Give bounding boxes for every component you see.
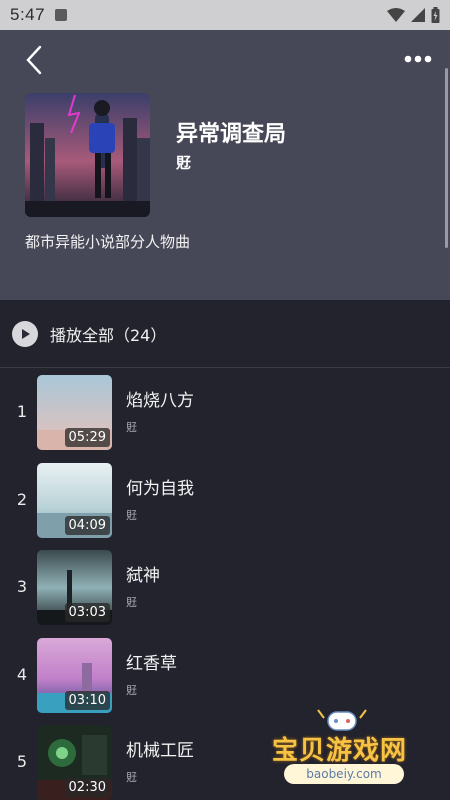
album-title: 异常调查局 [176, 122, 287, 147]
track-title: 机械工匠 [126, 741, 194, 761]
track-thumbnail: 03:10 [37, 637, 112, 713]
watermark-logo: 宝贝游戏网 baobeiy.com [272, 708, 442, 788]
track-duration: 04:09 [64, 515, 110, 535]
watermark-text: 宝贝游戏网 [272, 736, 408, 766]
track-title: 何为自我 [126, 478, 194, 499]
play-icon [12, 320, 38, 347]
track-duration: 02:30 [64, 778, 110, 797]
track-artist: 覎 [126, 596, 137, 609]
album-cover [25, 93, 150, 217]
list-item[interactable]: 2 04:09 何为自我 覎 [0, 458, 450, 546]
list-item[interactable]: 1 05:29 焰烧八方 覎 [0, 370, 450, 458]
status-bar: 5:47 [0, 0, 450, 30]
track-number: 5 [16, 752, 28, 771]
status-time: 5:47 [10, 5, 46, 24]
track-number: 3 [16, 577, 28, 596]
track-title: 弑神 [126, 566, 160, 586]
album-description: 都市异能小说部分人物曲 [25, 233, 191, 251]
play-all-button[interactable]: 播放全部（24） [0, 300, 450, 368]
track-artist: 覎 [126, 771, 137, 784]
chevron-left-icon [26, 45, 42, 75]
track-thumbnail: 03:03 [37, 550, 112, 625]
track-title: 焰烧八方 [126, 391, 194, 411]
track-number: 2 [16, 489, 28, 509]
track-thumbnail: 04:09 [37, 462, 112, 538]
track-thumbnail: 02:30 [37, 725, 112, 800]
track-artist: 覎 [126, 508, 137, 522]
track-artist: 覎 [126, 683, 137, 697]
list-item[interactable]: 4 03:10 红香草 覎 [0, 633, 450, 721]
track-duration: 05:29 [64, 428, 110, 447]
more-button[interactable] [398, 44, 438, 74]
track-duration: 03:10 [64, 690, 110, 710]
battery-icon [431, 7, 440, 23]
back-button[interactable] [16, 42, 52, 78]
scrollbar[interactable] [445, 68, 448, 248]
track-title: 红香草 [126, 653, 177, 674]
track-number: 4 [16, 664, 28, 684]
album-header: 异常调查局 覎 都市异能小说部分人物曲 [0, 30, 450, 300]
more-dots-icon [404, 55, 432, 63]
signal-icon [411, 8, 425, 22]
track-number: 1 [16, 402, 28, 421]
track-duration: 03:03 [64, 603, 110, 622]
track-artist: 覎 [126, 421, 137, 434]
list-item[interactable]: 3 03:03 弑神 覎 [0, 545, 450, 633]
album-artist[interactable]: 覎 [176, 152, 191, 173]
track-thumbnail: 05:29 [37, 375, 112, 450]
notification-icon [55, 9, 68, 21]
play-all-label: 播放全部（24） [50, 325, 167, 345]
watermark-url: baobeiy.com [284, 764, 404, 784]
wifi-icon [387, 8, 405, 22]
